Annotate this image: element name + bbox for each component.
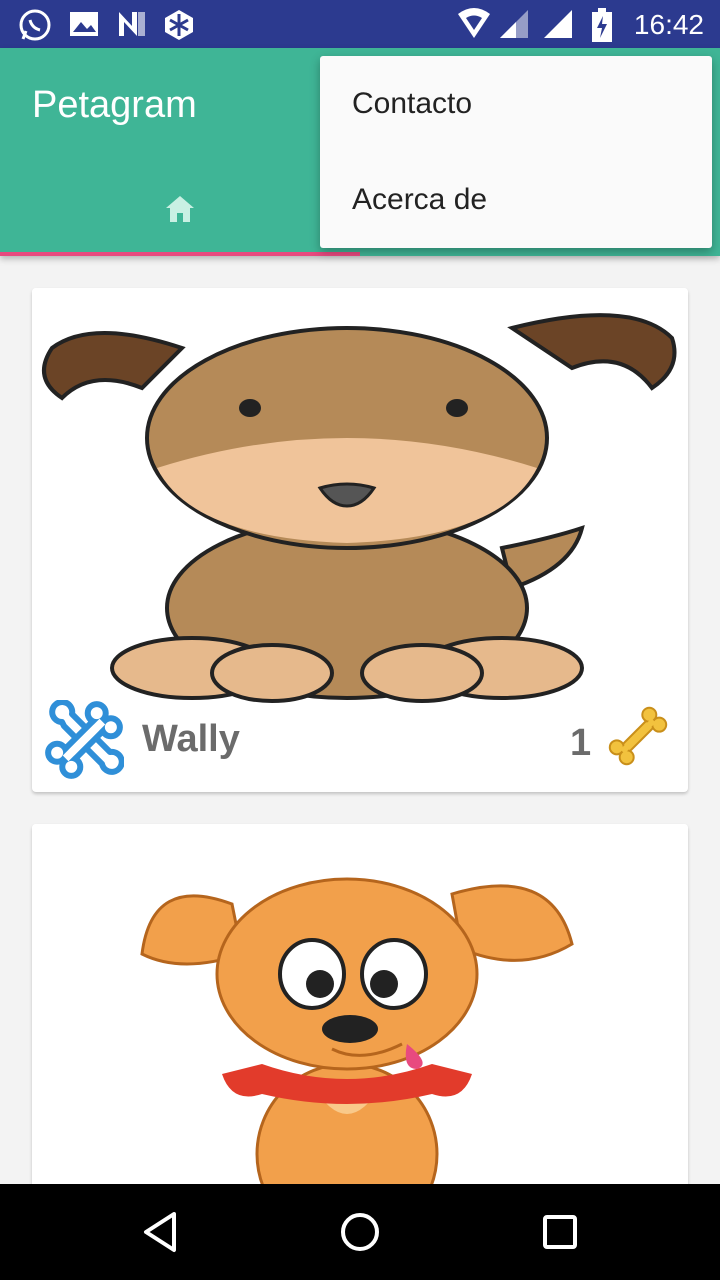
image-icon bbox=[70, 12, 98, 36]
wifi-icon bbox=[458, 8, 490, 38]
menu-item-contacto[interactable]: Contacto bbox=[320, 56, 712, 152]
status-bar: 16:42 bbox=[0, 0, 720, 48]
menu-item-acerca-de[interactable]: Acerca de bbox=[320, 152, 712, 248]
pet-image bbox=[32, 824, 688, 1244]
clock: 16:42 bbox=[633, 9, 704, 40]
battery-icon bbox=[592, 8, 612, 42]
wall-icon bbox=[165, 10, 193, 40]
home-icon bbox=[166, 196, 194, 222]
pet-card bbox=[32, 824, 688, 1244]
tab-home[interactable] bbox=[0, 168, 360, 252]
n-icon bbox=[119, 12, 145, 36]
pet-image bbox=[32, 288, 688, 708]
pet-name: Wally bbox=[142, 718, 240, 760]
recents-icon[interactable] bbox=[540, 1208, 580, 1256]
signal-icon bbox=[500, 10, 528, 38]
home-circle-icon[interactable] bbox=[338, 1208, 382, 1256]
pet-card: Wally 1 bbox=[32, 288, 688, 792]
overflow-menu: Contacto Acerca de bbox=[320, 56, 712, 248]
navigation-bar bbox=[0, 1184, 720, 1280]
like-count: 1 bbox=[570, 722, 592, 764]
app-title: Petagram bbox=[32, 84, 197, 126]
whatsapp-icon bbox=[19, 9, 51, 41]
bone-gold-icon bbox=[608, 706, 668, 766]
bone-outline-icon[interactable] bbox=[44, 700, 124, 780]
tab-indicator bbox=[0, 252, 360, 256]
back-icon[interactable] bbox=[140, 1208, 180, 1256]
signal-full-icon bbox=[544, 10, 572, 38]
